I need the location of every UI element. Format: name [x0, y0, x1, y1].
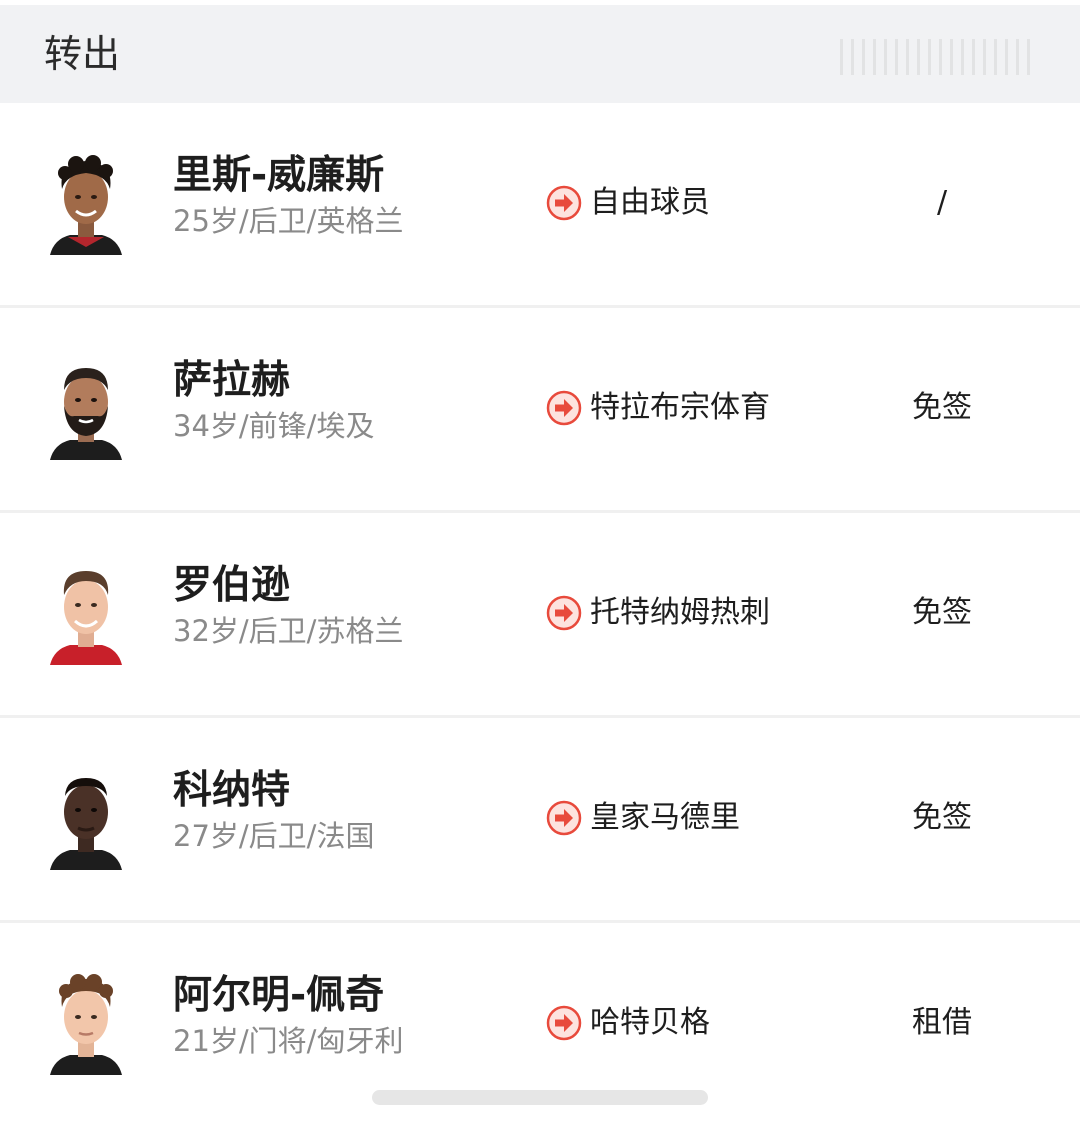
arrow-right-circle-icon: [546, 800, 582, 836]
destination-club: 哈特贝格: [590, 1005, 710, 1040]
player-meta: 21岁/门将/匈牙利: [173, 1024, 404, 1058]
destination: 特拉布宗体育: [546, 388, 770, 428]
player-avatar: [48, 561, 124, 665]
transfer-fee: /: [936, 185, 948, 220]
player-avatar: [48, 766, 124, 870]
player-meta: 25岁/后卫/英格兰: [173, 204, 404, 238]
destination-club: 特拉布宗体育: [590, 390, 770, 425]
player-meta: 32岁/后卫/苏格兰: [173, 614, 404, 648]
player-name: 科纳特: [173, 768, 291, 813]
arrow-right-circle-icon: [546, 1005, 582, 1041]
section-title: 转出: [44, 32, 121, 76]
destination-club: 自由球员: [590, 185, 710, 220]
transfer-row[interactable]: 萨拉赫 34岁/前锋/埃及 特拉布宗体育 免签: [0, 308, 1080, 513]
arrow-right-circle-icon: [546, 185, 582, 221]
player-name: 罗伯逊: [173, 563, 291, 608]
player-meta: 27岁/后卫/法国: [173, 819, 375, 853]
player-name: 萨拉赫: [173, 358, 291, 403]
transfer-row[interactable]: 里斯-威廉斯 25岁/后卫/英格兰 自由球员 /: [0, 103, 1080, 308]
transfer-fee: 免签: [912, 390, 972, 425]
transfer-row[interactable]: 科纳特 27岁/后卫/法国 皇家马德里 免签: [0, 718, 1080, 923]
destination: 托特纳姆热刺: [546, 593, 770, 633]
transfer-fee: 免签: [912, 595, 972, 630]
player-meta: 34岁/前锋/埃及: [173, 409, 375, 443]
transfer-row[interactable]: 罗伯逊 32岁/后卫/苏格兰 托特纳姆热刺 免签: [0, 513, 1080, 718]
player-avatar: [48, 971, 124, 1075]
transfer-list: 里斯-威廉斯 25岁/后卫/英格兰 自由球员 / 萨拉赫 34岁/前锋/埃及 特…: [0, 103, 1080, 1125]
destination: 哈特贝格: [546, 1003, 710, 1043]
player-name: 里斯-威廉斯: [173, 153, 385, 198]
arrow-right-circle-icon: [546, 595, 582, 631]
transfer-fee: 免签: [912, 800, 972, 835]
watermark: [840, 39, 1030, 75]
destination: 皇家马德里: [546, 798, 740, 838]
player-avatar: [48, 151, 124, 255]
player-name: 阿尔明-佩奇: [173, 973, 385, 1018]
player-avatar: [48, 356, 124, 460]
destination-club: 托特纳姆热刺: [590, 595, 770, 630]
arrow-right-circle-icon: [546, 390, 582, 426]
home-indicator[interactable]: [372, 1090, 708, 1105]
section-header: 转出: [0, 5, 1080, 103]
destination: 自由球员: [546, 183, 710, 223]
transfer-fee: 租借: [912, 1005, 972, 1040]
destination-club: 皇家马德里: [590, 800, 740, 835]
